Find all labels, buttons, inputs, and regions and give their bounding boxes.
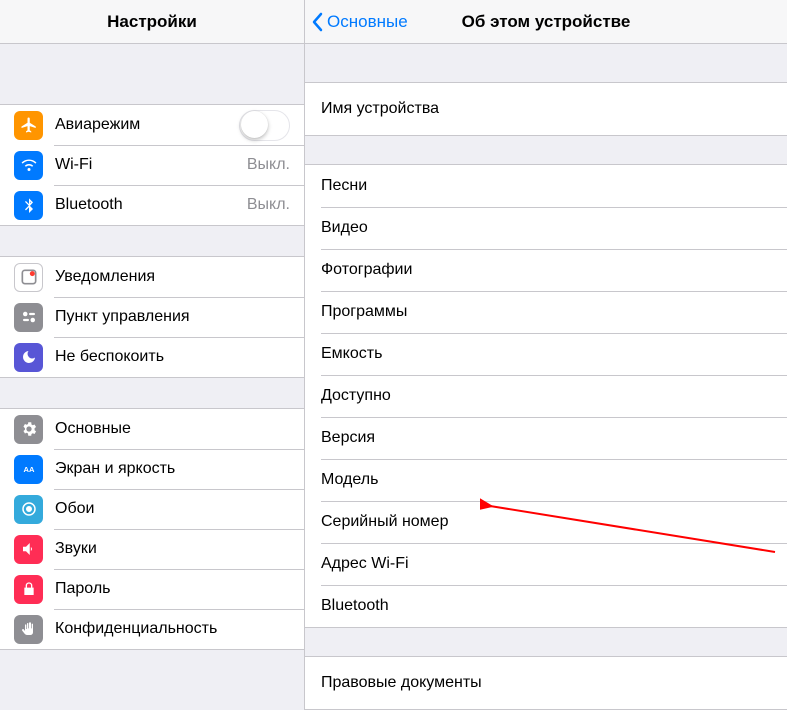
row-label: Правовые документы xyxy=(321,674,482,692)
sidebar-item-wifi[interactable]: Wi-Fi Выкл. xyxy=(0,145,304,185)
back-button[interactable]: Основные xyxy=(311,0,408,43)
sidebar-item-display[interactable]: AA Экран и яркость xyxy=(0,449,304,489)
row-devicename[interactable]: Имя устройства xyxy=(305,83,787,135)
sidebar-item-value: Выкл. xyxy=(247,196,290,214)
detail-title: Об этом устройстве xyxy=(462,12,631,32)
svg-text:AA: AA xyxy=(23,465,34,474)
row-songs[interactable]: Песни xyxy=(305,165,787,207)
speaker-icon xyxy=(14,535,43,564)
wifi-icon xyxy=(14,151,43,180)
wallpaper-icon xyxy=(14,495,43,524)
sidebar-item-label: Обои xyxy=(55,500,290,518)
sidebar-item-general[interactable]: Основные xyxy=(0,409,304,449)
row-label: Имя устройства xyxy=(321,100,439,118)
airplane-toggle[interactable] xyxy=(239,110,290,141)
sidebar-item-label: Экран и яркость xyxy=(55,460,290,478)
gear-icon xyxy=(14,415,43,444)
row-label: Серийный номер xyxy=(321,513,448,531)
sidebar-item-label: Wi-Fi xyxy=(55,156,247,174)
sidebar-item-label: Уведомления xyxy=(55,268,290,286)
row-label: Емкость xyxy=(321,345,382,363)
sidebar-item-dnd[interactable]: Не беспокоить xyxy=(0,337,304,377)
row-capacity[interactable]: Емкость xyxy=(305,333,787,375)
sidebar-item-controlcenter[interactable]: Пункт управления xyxy=(0,297,304,337)
row-label: Адрес Wi-Fi xyxy=(321,555,409,573)
sidebar-item-passcode[interactable]: Пароль xyxy=(0,569,304,609)
sidebar-item-sounds[interactable]: Звуки xyxy=(0,529,304,569)
sidebar-item-label: Не беспокоить xyxy=(55,348,290,366)
row-label: Модель xyxy=(321,471,378,489)
sidebar-item-label: Пункт управления xyxy=(55,308,290,326)
sidebar-item-label: Звуки xyxy=(55,540,290,558)
sidebar-item-label: Bluetooth xyxy=(55,196,247,214)
row-version[interactable]: Версия xyxy=(305,417,787,459)
lock-icon xyxy=(14,575,43,604)
notifications-icon xyxy=(14,263,43,292)
sidebar-title: Настройки xyxy=(0,0,304,44)
sidebar-item-wallpaper[interactable]: Обои xyxy=(0,489,304,529)
row-label: Видео xyxy=(321,219,368,237)
settings-sidebar: Настройки Авиарежим Wi-Fi Выкл. xyxy=(0,0,305,710)
hand-icon xyxy=(14,615,43,644)
bluetooth-icon xyxy=(14,191,43,220)
row-btaddr[interactable]: Bluetooth xyxy=(305,585,787,627)
sidebar-item-label: Авиарежим xyxy=(55,116,239,134)
row-wifiaddr[interactable]: Адрес Wi-Fi xyxy=(305,543,787,585)
control-center-icon xyxy=(14,303,43,332)
chevron-left-icon xyxy=(311,12,323,32)
detail-group-name: Имя устройства xyxy=(305,82,787,136)
sidebar-item-airplane[interactable]: Авиарежим xyxy=(0,105,304,145)
row-label: Фотографии xyxy=(321,261,412,279)
sidebar-item-bluetooth[interactable]: Bluetooth Выкл. xyxy=(0,185,304,225)
row-videos[interactable]: Видео xyxy=(305,207,787,249)
sidebar-item-label: Основные xyxy=(55,420,290,438)
sidebar-group-connectivity: Авиарежим Wi-Fi Выкл. Bluetooth Выкл. xyxy=(0,104,304,226)
row-serial[interactable]: Серийный номер xyxy=(305,501,787,543)
display-icon: AA xyxy=(14,455,43,484)
row-label: Версия xyxy=(321,429,375,447)
detail-group-about: Песни Видео Фотографии Программы Емкость… xyxy=(305,164,787,628)
row-label: Bluetooth xyxy=(321,597,389,615)
back-label: Основные xyxy=(327,12,408,32)
moon-icon xyxy=(14,343,43,372)
sidebar-item-value: Выкл. xyxy=(247,156,290,174)
row-label: Доступно xyxy=(321,387,391,405)
sidebar-item-privacy[interactable]: Конфиденциальность xyxy=(0,609,304,649)
detail-group-legal: Правовые документы xyxy=(305,656,787,710)
detail-header: Основные Об этом устройстве xyxy=(305,0,787,44)
airplane-icon xyxy=(14,111,43,140)
sidebar-group-alerts: Уведомления Пункт управления Не беспокои… xyxy=(0,256,304,378)
row-model[interactable]: Модель xyxy=(305,459,787,501)
row-photos[interactable]: Фотографии xyxy=(305,249,787,291)
sidebar-item-label: Конфиденциальность xyxy=(55,620,290,638)
sidebar-group-device: Основные AA Экран и яркость Обои Звуки xyxy=(0,408,304,650)
row-legal[interactable]: Правовые документы xyxy=(305,657,787,709)
row-available[interactable]: Доступно xyxy=(305,375,787,417)
row-label: Программы xyxy=(321,303,407,321)
row-apps[interactable]: Программы xyxy=(305,291,787,333)
detail-pane: Основные Об этом устройстве Имя устройст… xyxy=(305,0,787,710)
sidebar-item-label: Пароль xyxy=(55,580,290,598)
sidebar-item-notifications[interactable]: Уведомления xyxy=(0,257,304,297)
row-label: Песни xyxy=(321,177,367,195)
